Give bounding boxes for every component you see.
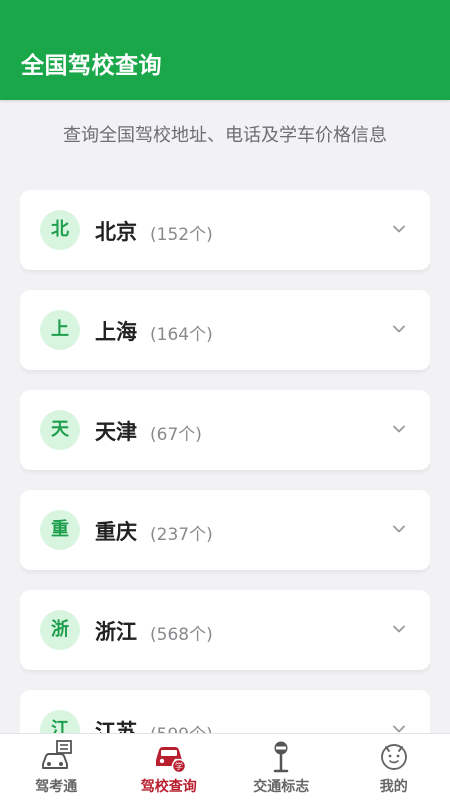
page-subtitle: 查询全国驾校地址、电话及学车价格信息	[63, 125, 387, 146]
tab-school-search[interactable]: 学 驾校查询	[113, 734, 226, 800]
region-badge: 江	[40, 710, 80, 733]
page-title: 全国驾校查询	[21, 53, 162, 79]
tab-label: 驾考通	[35, 779, 78, 795]
region-badge: 天	[40, 410, 80, 450]
region-name: 重庆	[95, 520, 137, 544]
tab-label: 我的	[379, 779, 408, 795]
region-card-chongqing[interactable]: 重 重庆 (237个)	[20, 490, 430, 570]
region-card-tianjin[interactable]: 天 天津 (67个)	[20, 390, 430, 470]
region-name: 浙江	[95, 620, 137, 644]
tab-jiakaotong[interactable]: 驾考通	[0, 734, 113, 800]
region-card-zhejiang[interactable]: 浙 浙江 (568个)	[20, 590, 430, 670]
region-card-jiangsu[interactable]: 江 江苏 (599个)	[20, 690, 430, 733]
app-header: 全国驾校查询	[0, 0, 450, 100]
region-count: (67个)	[150, 425, 202, 445]
region-name: 天津	[95, 420, 137, 444]
chevron-down-icon[interactable]	[392, 322, 406, 336]
region-name: 江苏	[95, 720, 137, 733]
region-card-shanghai[interactable]: 上 上海 (164个)	[20, 290, 430, 370]
region-list: 北 北京 (152个) 上 上海 (164个) 天 天津 (67个) 重 重庆 …	[20, 190, 430, 733]
tab-label: 驾校查询	[140, 779, 197, 795]
region-badge: 北	[40, 210, 80, 250]
region-count: (568个)	[150, 625, 213, 645]
profile-face-icon	[380, 744, 407, 770]
school-car-icon: 学	[155, 747, 186, 772]
region-card-beijing[interactable]: 北 北京 (152个)	[20, 190, 430, 270]
tab-label: 交通标志	[253, 779, 310, 795]
chevron-down-icon[interactable]	[392, 222, 406, 236]
region-badge: 浙	[40, 610, 80, 650]
bottom-tab-bar: 驾考通 学 驾校查询 交通标志 我的	[0, 733, 450, 800]
car-exam-icon	[42, 740, 73, 769]
region-count: (237个)	[150, 525, 213, 545]
region-badge: 上	[40, 310, 80, 350]
region-badge: 重	[40, 510, 80, 550]
region-name: 北京	[95, 220, 137, 244]
chevron-down-icon[interactable]	[392, 422, 406, 436]
tab-traffic-signs[interactable]: 交通标志	[225, 734, 338, 800]
region-count: (164个)	[150, 325, 213, 345]
region-count: (152个)	[150, 225, 213, 245]
chevron-down-icon[interactable]	[392, 722, 406, 733]
chevron-down-icon[interactable]	[392, 522, 406, 536]
svg-text:学: 学	[175, 761, 183, 771]
chevron-down-icon[interactable]	[392, 622, 406, 636]
region-count: (599个)	[150, 720, 213, 733]
traffic-sign-icon	[274, 741, 289, 773]
tab-profile[interactable]: 我的	[338, 734, 450, 800]
region-name: 上海	[95, 320, 137, 344]
